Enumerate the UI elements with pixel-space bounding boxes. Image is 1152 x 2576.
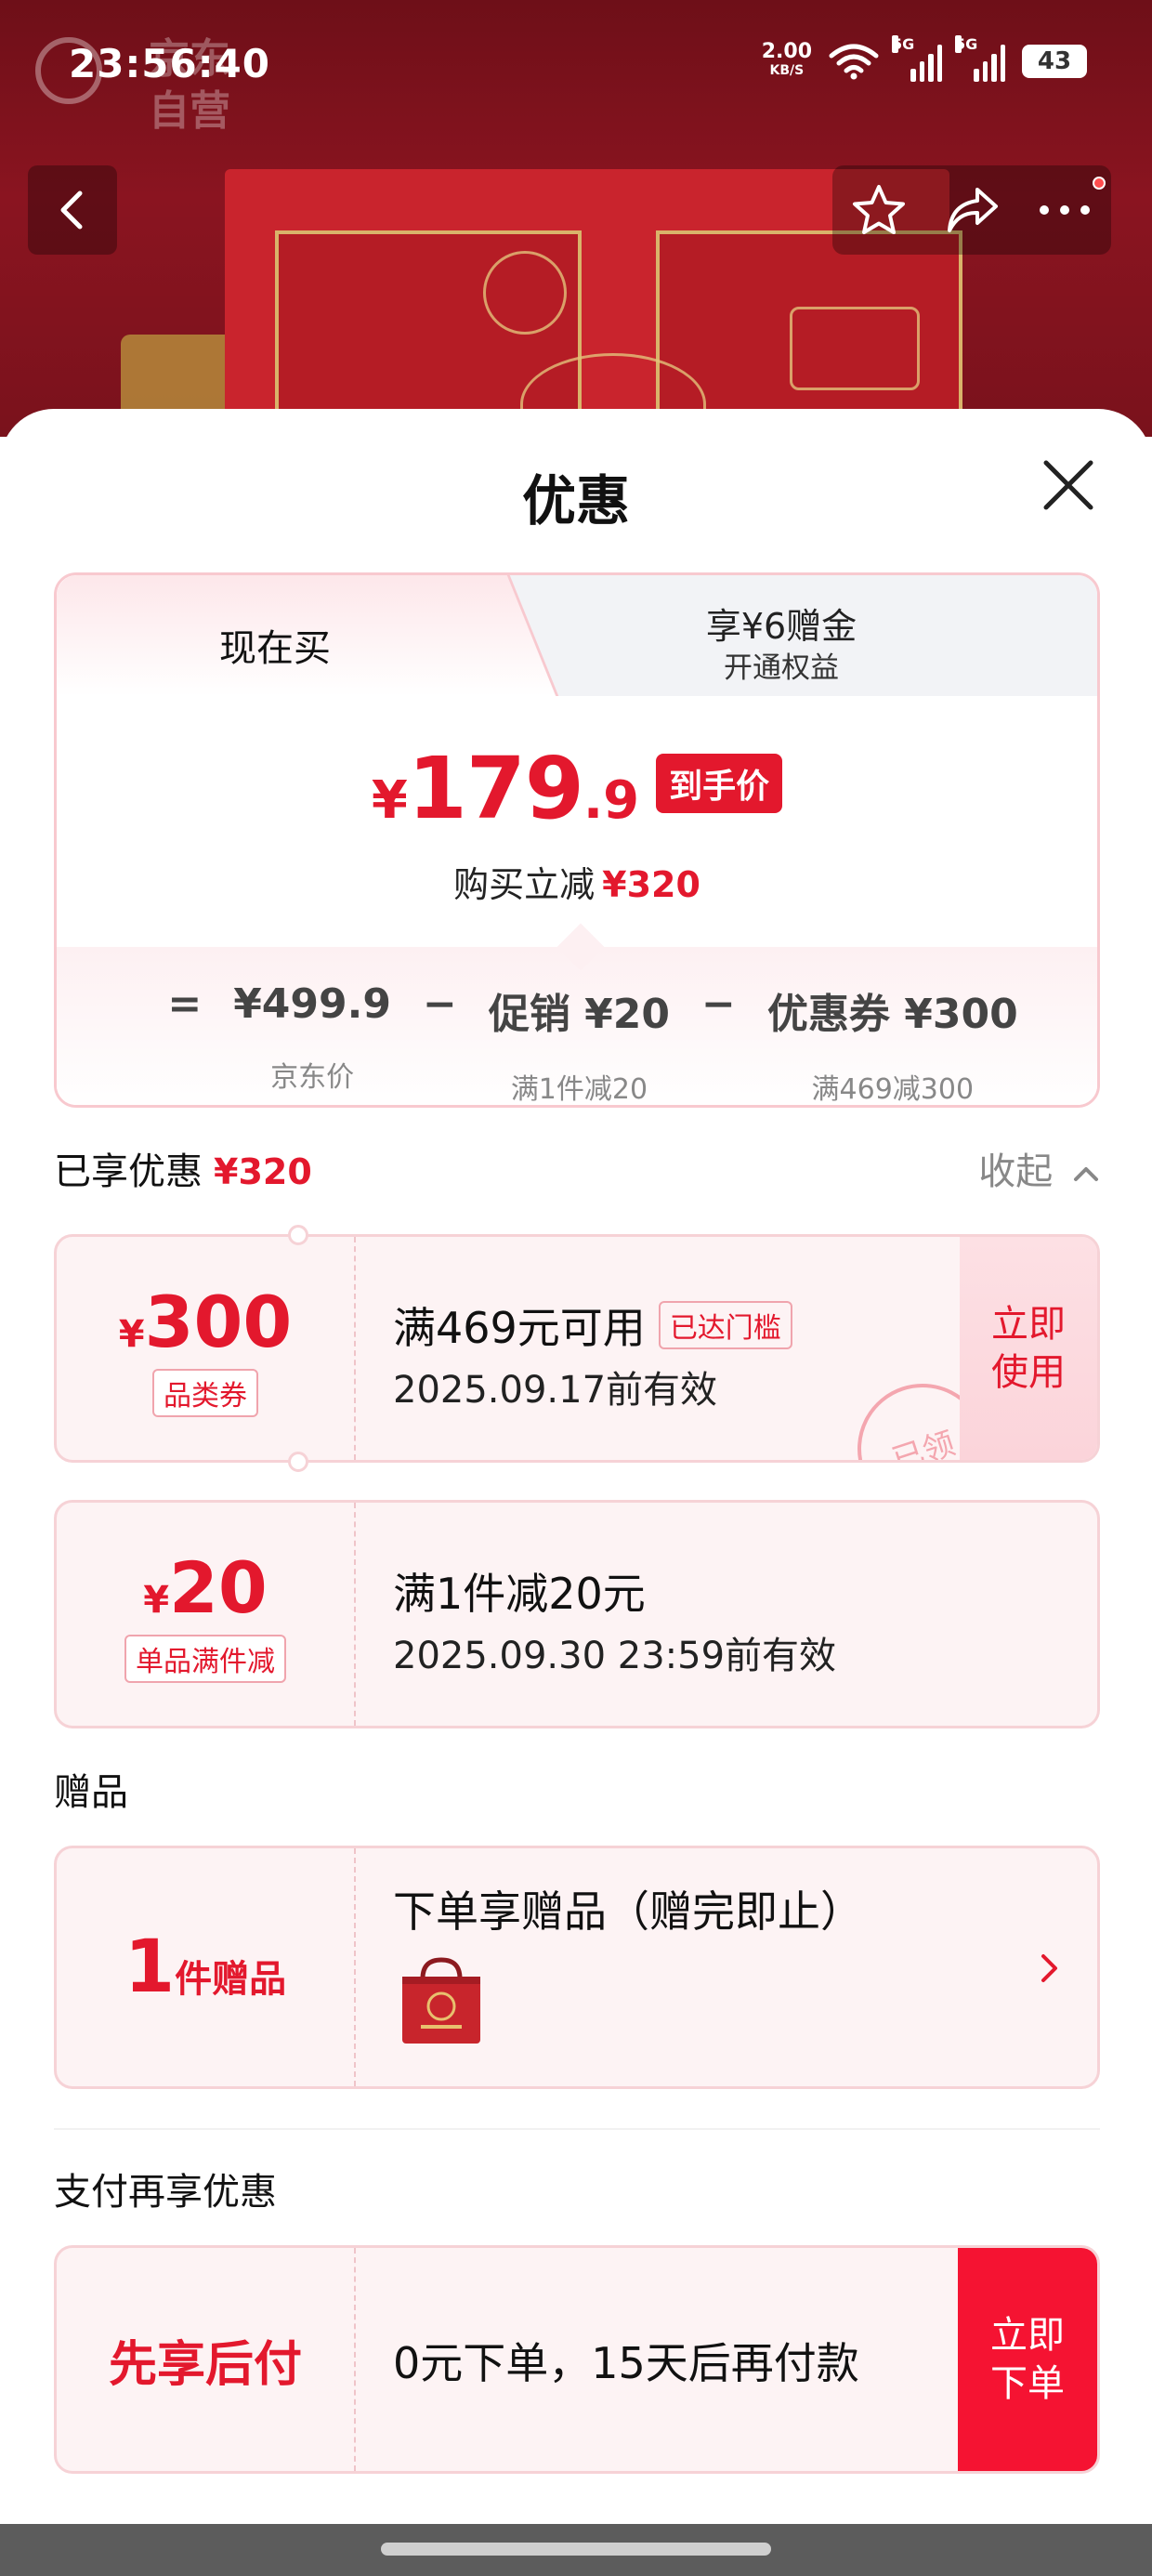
share-icon[interactable] bbox=[944, 184, 1000, 236]
chevron-up-icon bbox=[1074, 1167, 1098, 1181]
home-indicator[interactable] bbox=[381, 2543, 771, 2556]
palace-decoration bbox=[790, 307, 920, 390]
tab-buy-now-label: 现在买 bbox=[219, 627, 331, 670]
tab-bonus-subtitle: 开通权益 bbox=[724, 651, 839, 685]
gifts-section-label: 赠品 bbox=[54, 1771, 128, 1814]
price-card: 享¥6赠金 开通权益 现在买 ¥ 179 .9 到手价 购买立减¥320 = bbox=[54, 572, 1100, 1108]
enjoyed-discount-label: 已享优惠 ¥320 bbox=[54, 1150, 312, 1193]
pay-later-name-block: 先享后付 bbox=[57, 2248, 354, 2471]
lantern-decoration bbox=[483, 251, 567, 335]
top-toolbar bbox=[832, 165, 1111, 255]
price-body: ¥ 179 .9 到手价 购买立减 ¥320 = ¥499.9 京东价 − 促销… bbox=[57, 696, 1097, 1105]
chevron-right-icon bbox=[1041, 1954, 1057, 1982]
battery-icon: 43 bbox=[1022, 45, 1087, 78]
chevron-left-icon bbox=[60, 191, 83, 230]
gift-bag-image bbox=[393, 1954, 490, 2047]
net-speed: 2.00 KB/S bbox=[761, 40, 812, 79]
breakdown-list-price: ¥499.9 京东价 bbox=[233, 980, 391, 1094]
final-price: ¥ 179 .9 到手价 bbox=[57, 739, 1097, 838]
instant-discount: 购买立减 ¥320 bbox=[453, 864, 700, 905]
more-icon[interactable] bbox=[1037, 204, 1093, 217]
pay-later-name: 先享后付 bbox=[108, 2336, 302, 2393]
star-icon[interactable] bbox=[851, 183, 907, 237]
tab-bonus-title: 享¥6赠金 bbox=[705, 606, 857, 647]
pay-later-desc: 0元下单，15天后再付款 bbox=[393, 2338, 859, 2388]
equals-sign: = bbox=[167, 980, 203, 1028]
use-coupon-button[interactable]: 立即 使用 bbox=[960, 1237, 1097, 1460]
gift-details: 下单享赠品（赠完即止） bbox=[393, 1878, 863, 2047]
tab-buy-now[interactable]: 现在买 bbox=[57, 575, 559, 696]
status-time: 23:56:40 bbox=[69, 41, 270, 86]
minus-sign: − bbox=[701, 980, 736, 1028]
coupon-type-tag: 品类券 bbox=[152, 1368, 258, 1417]
tab-bonus[interactable]: 享¥6赠金 开通权益 bbox=[465, 575, 1097, 696]
coupon-type-tag: 单品满件减 bbox=[124, 1634, 286, 1683]
status-icons: 2.00 KB/S 5G 5G 43 bbox=[761, 35, 1087, 82]
pay-later-card: 先享后付 0元下单，15天后再付款 立即 下单 bbox=[54, 2245, 1100, 2474]
collapse-toggle[interactable]: 收起 bbox=[978, 1141, 1100, 1195]
coupon-validity: 2025.09.30 23:59前有效 bbox=[393, 1635, 837, 1677]
minus-sign: − bbox=[422, 980, 457, 1028]
threshold-reached-tag: 已达门槛 bbox=[658, 1301, 792, 1349]
close-button[interactable] bbox=[1041, 457, 1096, 513]
coupon-amount-block: ¥ 300 品类券 bbox=[57, 1237, 354, 1460]
coupon-validity: 2025.09.17前有效 bbox=[393, 1369, 718, 1412]
price-breakdown: = ¥499.9 京东价 − 促销 ¥20 满1件减20 − 优惠券 ¥300 … bbox=[57, 923, 1097, 1106]
sheet-title: 优惠 bbox=[521, 469, 630, 532]
signal-5g-icon: 5G bbox=[892, 35, 942, 82]
coupon-card-item: ¥ 20 单品满件减 满1件减20元 2025.09.30 23:59前有效 bbox=[54, 1500, 1100, 1728]
wifi-icon bbox=[829, 44, 879, 80]
gift-count-block: 1 件赠品 bbox=[124, 1925, 287, 2009]
gift-card[interactable]: 1 件赠品 下单享赠品（赠完即止） bbox=[54, 1846, 1100, 2089]
coupon-card-category: ¥ 300 品类券 满469元可用 已达门槛 2025.09.17前有效 已领 … bbox=[54, 1234, 1100, 1463]
final-price-badge: 到手价 bbox=[656, 753, 783, 813]
back-button[interactable] bbox=[28, 165, 117, 255]
coupon-amount-block: ¥ 20 单品满件减 bbox=[57, 1503, 354, 1726]
status-bar: 京东 自营 23:56:40 2.00 KB/S 5G 5G 43 bbox=[0, 0, 1152, 139]
breakdown-coupon: 优惠券 ¥300 满469减300 bbox=[766, 991, 1018, 1106]
coupon-details: 满469元可用 已达门槛 2025.09.17前有效 bbox=[393, 1295, 792, 1413]
enjoyed-discount-row: 已享优惠 ¥320 收起 bbox=[54, 1141, 1100, 1197]
close-icon bbox=[1043, 460, 1093, 510]
gift-title: 下单享赠品（赠完即止） bbox=[393, 1886, 863, 1937]
order-now-button[interactable]: 立即 下单 bbox=[958, 2248, 1097, 2471]
pay-later-details: 0元下单，15天后再付款 bbox=[393, 2330, 859, 2391]
breakdown-promotion: 促销 ¥20 满1件减20 bbox=[488, 991, 671, 1106]
notification-dot bbox=[1093, 177, 1106, 190]
payment-section-label: 支付再享优惠 bbox=[54, 2171, 277, 2214]
discount-sheet: 优惠 享¥6赠金 开通权益 现在买 ¥ 179 .9 到手价 购买立减¥320 bbox=[0, 409, 1152, 2528]
gesture-bar bbox=[0, 2524, 1152, 2576]
signal-5g-icon: 5G bbox=[955, 35, 1005, 82]
coupon-details: 满1件减20元 2025.09.30 23:59前有效 bbox=[393, 1569, 837, 1677]
